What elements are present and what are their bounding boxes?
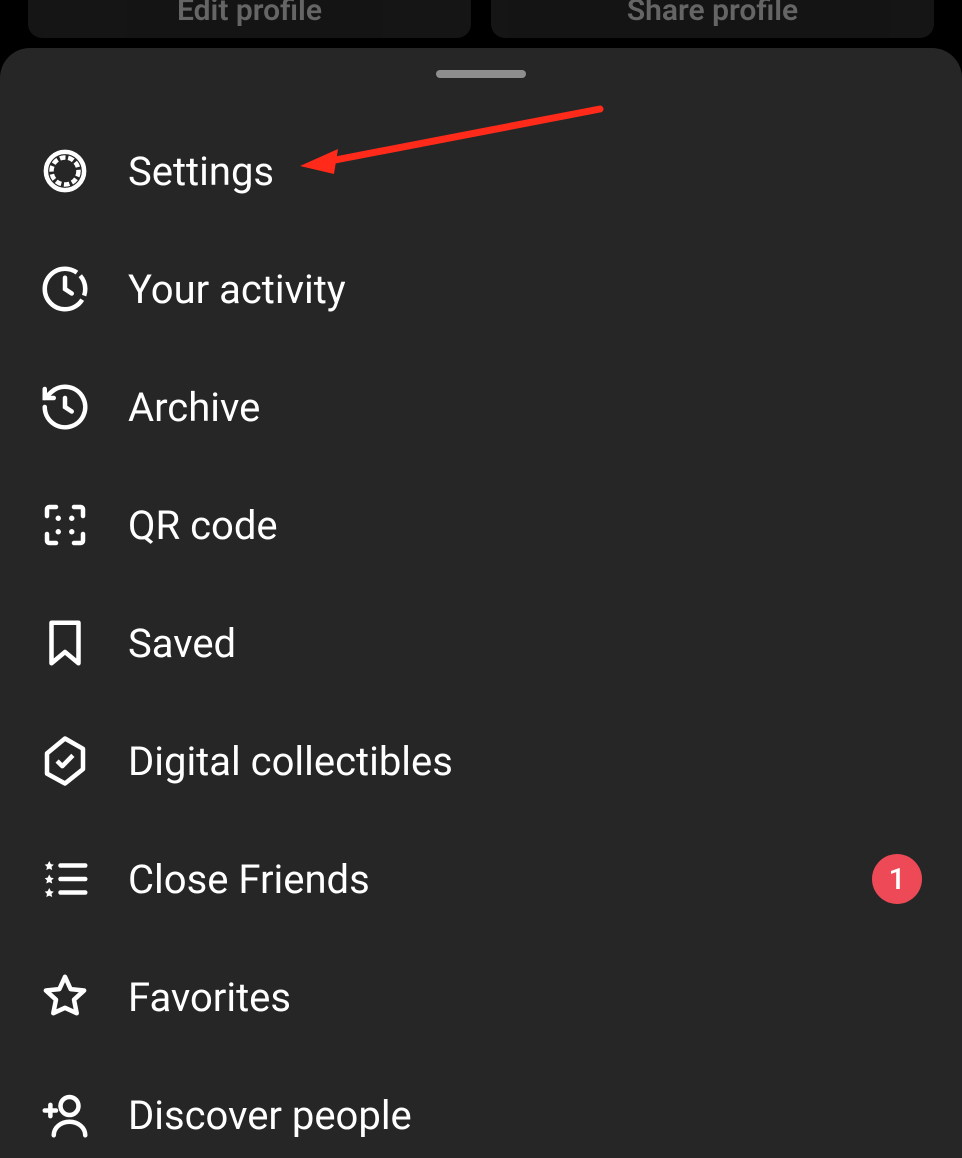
menu-item-qr-code[interactable]: QR code (0, 466, 962, 584)
edit-profile-button[interactable]: Edit profile (28, 0, 471, 38)
gear-icon (38, 144, 92, 198)
star-icon (38, 970, 92, 1024)
menu-label: Settings (128, 148, 922, 195)
menu-item-settings[interactable]: Settings (0, 112, 962, 230)
menu-item-archive[interactable]: Archive (0, 348, 962, 466)
menu-label: Favorites (128, 974, 922, 1021)
share-profile-button[interactable]: Share profile (491, 0, 934, 38)
menu-item-discover-people[interactable]: Discover people (0, 1056, 962, 1158)
menu-label: QR code (128, 502, 922, 549)
menu-label: Digital collectibles (128, 738, 922, 785)
menu-item-favorites[interactable]: Favorites (0, 938, 962, 1056)
profile-buttons-row: Edit profile Share profile (0, 0, 962, 38)
menu-label: Close Friends (128, 856, 872, 903)
add-person-icon (38, 1088, 92, 1142)
menu-label: Archive (128, 384, 922, 431)
edit-profile-label: Edit profile (177, 0, 322, 28)
menu-item-digital-collectibles[interactable]: Digital collectibles (0, 702, 962, 820)
menu-label: Your activity (128, 266, 922, 313)
close-friends-badge: 1 (872, 854, 922, 904)
bookmark-icon (38, 616, 92, 670)
hex-check-icon (38, 734, 92, 788)
share-profile-label: Share profile (627, 0, 798, 28)
menu-item-close-friends[interactable]: Close Friends 1 (0, 820, 962, 938)
menu-item-saved[interactable]: Saved (0, 584, 962, 702)
menu-item-your-activity[interactable]: Your activity (0, 230, 962, 348)
activity-icon (38, 262, 92, 316)
menu-label: Discover people (128, 1092, 922, 1139)
qr-icon (38, 498, 92, 552)
archive-icon (38, 380, 92, 434)
menu-label: Saved (128, 620, 922, 667)
list-stars-icon (38, 852, 92, 906)
sheet-grabber[interactable] (436, 70, 526, 78)
bottom-sheet: Settings Your activity Archive (0, 48, 962, 1158)
